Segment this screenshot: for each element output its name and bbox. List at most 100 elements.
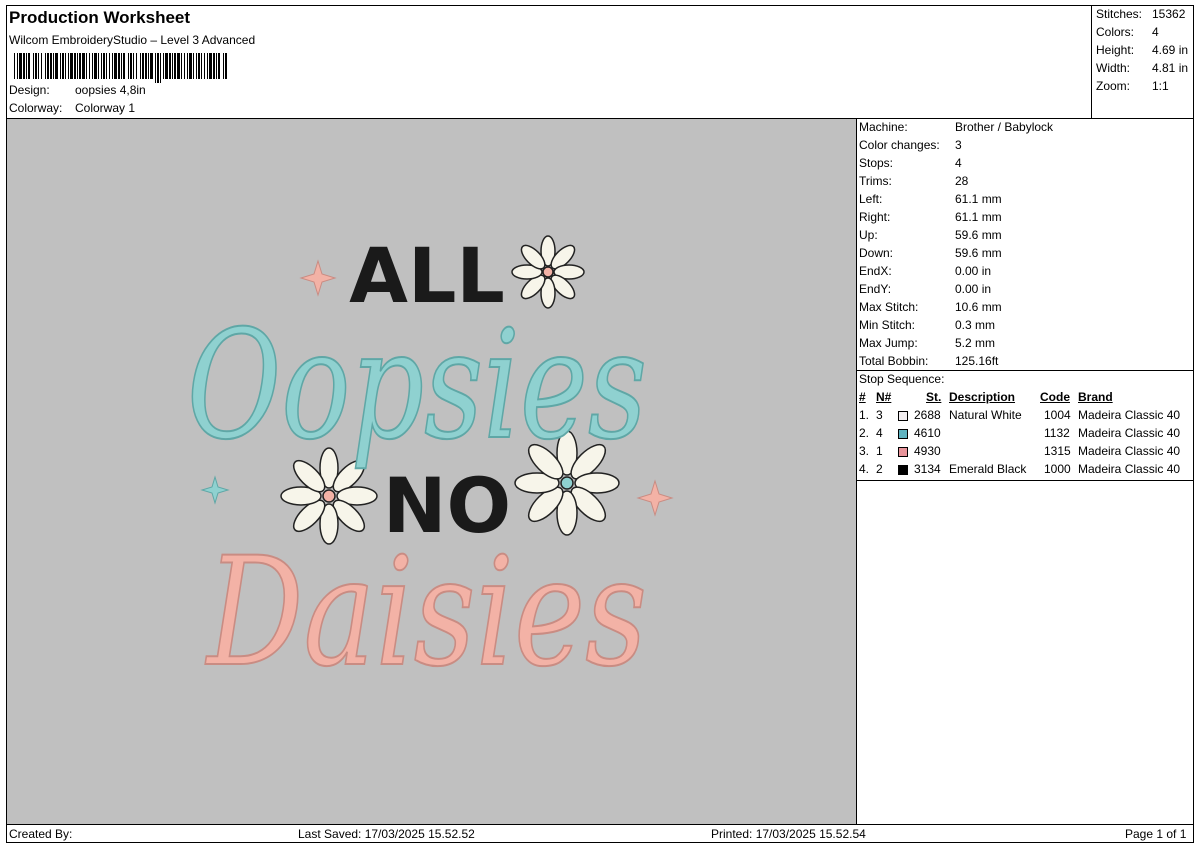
barcode-bar (142, 53, 144, 79)
barcode-bar (165, 53, 168, 79)
col-header-n: N# (876, 390, 892, 404)
info-value: 4 (955, 156, 962, 170)
barcode-bar (223, 53, 224, 79)
design-value: oopsies 4,8in (75, 83, 146, 97)
info-value: 5.2 mm (955, 336, 996, 350)
table-divider (857, 480, 1194, 481)
row-stitches: 3134 (914, 462, 941, 476)
barcode-bar (121, 53, 122, 79)
barcode-bar (26, 53, 27, 79)
aqua-sparkle-icon (200, 475, 230, 505)
worksheet-footer: Created By: Last Saved: 17/03/2025 15.52… (6, 824, 1194, 843)
info-value: 0.00 in (955, 264, 992, 278)
last-saved: Last Saved: 17/03/2025 15.52.52 (298, 827, 475, 841)
info-total-bobbin: Total Bobbin: 125.16ft (859, 354, 998, 368)
row-description: Natural White (949, 408, 1022, 422)
barcode-bar (216, 53, 217, 79)
info-value: Brother / Babylock (955, 120, 1054, 134)
info-label: Color changes: (859, 138, 940, 152)
barcode-bar (47, 53, 49, 79)
stat-value: 4 (1152, 25, 1159, 39)
row-stitches: 4930 (914, 444, 941, 458)
barcode-bar (28, 53, 30, 79)
table-row: 2. 4 4610 1132 Madeira Classic 40 (857, 426, 1194, 444)
barcode-bar (68, 53, 69, 79)
stat-height: Height: 4.69 in (1096, 43, 1188, 57)
barcode-bar (60, 53, 61, 79)
barcode-bar (109, 53, 110, 79)
barcode-bar (204, 53, 205, 79)
info-label: Total Bobbin: (859, 354, 929, 368)
barcode-bar (148, 53, 149, 79)
barcode-bar (157, 53, 159, 83)
design-label: Design: (9, 83, 50, 97)
created-by: Created By: (9, 827, 73, 841)
row-code: 1132 (1044, 426, 1070, 440)
barcode-bar (45, 53, 46, 79)
barcode-bar (19, 53, 22, 79)
barcode-bar (150, 53, 153, 79)
barcode-bar (169, 53, 171, 79)
stat-label: Colors: (1096, 25, 1135, 39)
row-brand: Madeira Classic 40 (1078, 462, 1181, 476)
info-label: Trims: (859, 174, 892, 188)
info-label: Left: (859, 192, 883, 206)
info-value: 125.16ft (955, 354, 999, 368)
barcode-bar (65, 53, 66, 79)
row-needle: 4 (876, 426, 883, 440)
info-value: 61.1 mm (955, 192, 1002, 206)
barcode-bar (118, 53, 120, 79)
barcode-bar (189, 53, 192, 79)
info-label: Right: (859, 210, 891, 224)
barcode-bar (177, 53, 180, 79)
row-stitches: 4610 (914, 426, 941, 440)
info-color-changes: Color changes: 3 (859, 138, 962, 152)
pink-sparkle-icon (299, 259, 337, 297)
row-num: 3. (859, 444, 870, 458)
row-brand: Madeira Classic 40 (1078, 444, 1181, 458)
info-value: 28 (955, 174, 969, 188)
design-text-oopsies: Oopsies (187, 299, 647, 473)
barcode-bar (136, 53, 137, 79)
worksheet-header: Production Worksheet Wilcom EmbroiderySt… (6, 5, 1092, 118)
color-swatch (898, 411, 908, 421)
barcode-bar (79, 53, 81, 79)
design-preview: ALL Oopsies NO Daisies (7, 119, 857, 824)
barcode-bar (198, 53, 200, 79)
barcode-bar (23, 53, 25, 79)
info-divider (857, 370, 1194, 371)
barcode-bar (92, 53, 93, 79)
barcode-bar (41, 53, 42, 79)
table-row: 3. 1 4930 1315 Madeira Classic 40 (857, 444, 1194, 462)
barcode-bar (50, 53, 52, 79)
barcode-bar (123, 53, 125, 79)
row-num: 4. (859, 462, 870, 476)
stat-colors: Colors: 4 (1096, 25, 1159, 39)
stat-zoom: Zoom: 1:1 (1096, 79, 1169, 93)
barcode-bar (196, 53, 197, 79)
info-value: 0.00 in (955, 282, 992, 296)
row-needle: 3 (876, 408, 883, 422)
info-max-stitch: Max Stitch: 10.6 mm (859, 300, 1002, 314)
barcode-bar (53, 53, 54, 79)
barcode-bar (35, 53, 37, 79)
barcode-bar (160, 53, 161, 83)
pink-sparkle-icon (636, 479, 674, 517)
info-label: Max Stitch: (859, 300, 919, 314)
info-label: Max Jump: (859, 336, 918, 350)
barcode-bar (62, 53, 64, 79)
machine-info-panel: Machine: Brother / Babylock Color changes… (857, 119, 1194, 824)
barcode-bar (112, 53, 113, 79)
barcode-bar (133, 53, 134, 79)
barcode-bar (218, 53, 220, 79)
page-number: Page 1 of 1 (1125, 827, 1187, 841)
info-label: Machine: (859, 120, 908, 134)
design-stats: Stitches: 15362 Colors: 4 Height: 4.69 in W… (1092, 5, 1194, 118)
info-value: 59.6 mm (955, 228, 1002, 242)
design-text-daisies: Daisies (205, 526, 647, 700)
daisy-top-icon (511, 235, 585, 309)
info-label: Stops: (859, 156, 894, 170)
info-max-jump: Max Jump: 5.2 mm (859, 336, 995, 350)
software-name: Wilcom EmbroideryStudio – Level 3 Advanc… (9, 33, 256, 47)
barcode-bar (98, 53, 99, 79)
